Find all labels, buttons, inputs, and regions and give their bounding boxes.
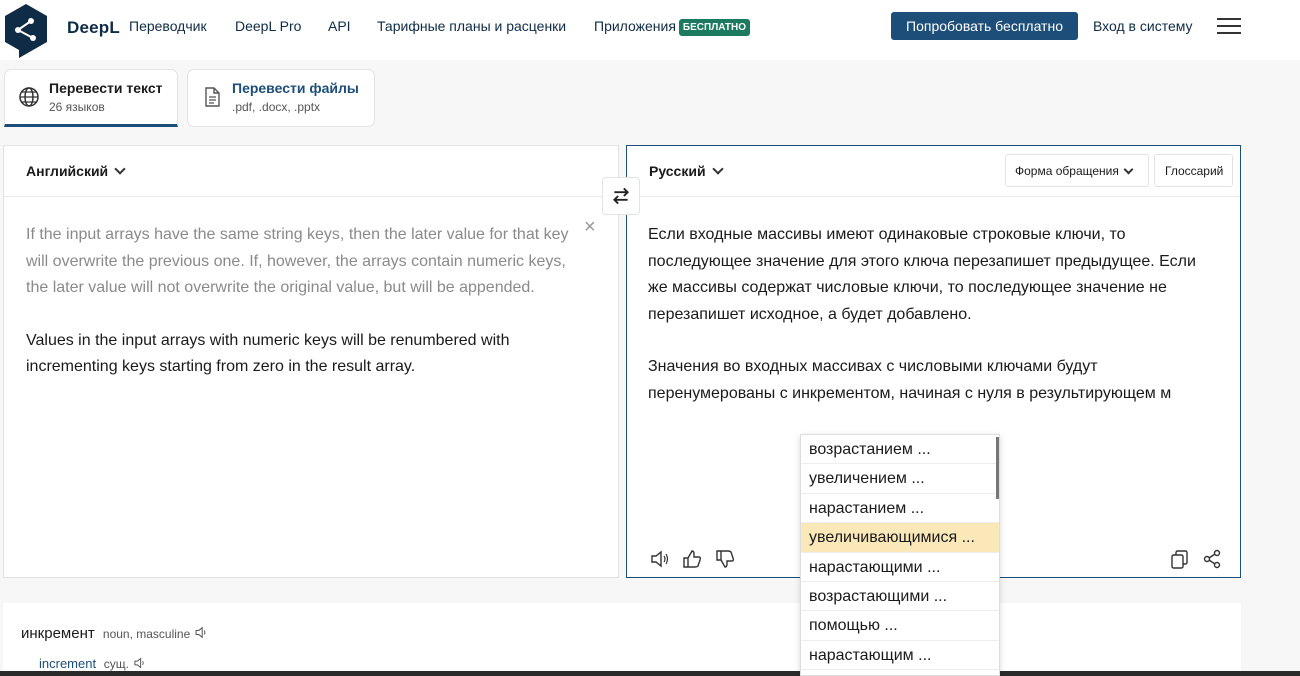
dictionary-entry: инкремент noun, masculine bbox=[21, 625, 209, 642]
source-text-main: Values in the input arrays with numeric … bbox=[26, 331, 510, 376]
glossary-button[interactable]: Глоссарий bbox=[1154, 154, 1233, 187]
target-text-para-1: Если входные массивы имеют одинаковые ст… bbox=[648, 226, 1196, 323]
formality-dropdown[interactable]: Форма обращения bbox=[1005, 154, 1149, 187]
brand-name[interactable]: DeepL bbox=[67, 18, 120, 38]
source-language-label: Английский bbox=[26, 163, 109, 179]
alternative-item[interactable]: помощью ... bbox=[801, 611, 999, 641]
document-icon bbox=[205, 87, 220, 107]
free-badge: БЕСПЛАТНО bbox=[678, 19, 751, 36]
target-panel-header: Русский Форма обращения Глоссарий bbox=[627, 146, 1240, 197]
source-panel: Английский If the input arrays have the … bbox=[3, 145, 619, 578]
copy-icon[interactable] bbox=[1169, 548, 1191, 570]
chevron-down-icon bbox=[114, 163, 126, 175]
alternatives-dropdown: возрастанием ... увеличением ... нараста… bbox=[800, 434, 1000, 676]
dictionary-translation: increment сущ. bbox=[39, 656, 147, 671]
source-panel-header: Английский bbox=[4, 146, 618, 197]
login-link[interactable]: Вход в систему bbox=[1093, 18, 1193, 34]
tab-translate-text-sub: 26 языков bbox=[49, 100, 105, 114]
alternative-item[interactable]: увеличением ... bbox=[801, 464, 999, 494]
formality-label: Форма обращения bbox=[1015, 164, 1119, 178]
dictionary-translation-word[interactable]: increment bbox=[39, 656, 96, 671]
share-icon[interactable] bbox=[1201, 548, 1223, 570]
nav-apps[interactable]: Приложения БЕСПЛАТНО bbox=[594, 18, 751, 36]
target-textarea[interactable]: Если входные массивы имеют одинаковые ст… bbox=[648, 222, 1208, 407]
dropdown-scrollbar[interactable] bbox=[996, 437, 999, 499]
nav-api[interactable]: API bbox=[328, 18, 351, 34]
chevron-down-icon bbox=[1123, 164, 1134, 175]
target-text-para-2: Значения во входных массивах с числовыми… bbox=[648, 358, 1172, 402]
tab-translate-text-title: Перевести текст bbox=[49, 80, 163, 96]
chevron-down-icon bbox=[711, 163, 724, 175]
alternative-item[interactable]: возрастанием ... bbox=[801, 435, 999, 465]
target-feedback-actions bbox=[649, 548, 742, 570]
tab-translate-files[interactable]: Перевести файлы .pdf, .docx, .pptx bbox=[187, 69, 375, 127]
thumbs-up-icon[interactable] bbox=[681, 548, 703, 570]
target-language-select[interactable]: Русский bbox=[649, 163, 724, 179]
dictionary-word-meta: noun, masculine bbox=[102, 627, 191, 641]
tab-translate-files-sub: .pdf, .docx, .pptx bbox=[232, 100, 321, 114]
globe-icon bbox=[19, 87, 39, 107]
swap-languages-button[interactable] bbox=[602, 177, 640, 215]
nav-deepl-pro[interactable]: DeepL Pro bbox=[235, 18, 301, 34]
speaker-icon[interactable] bbox=[133, 656, 147, 670]
target-copy-share-actions bbox=[1169, 548, 1229, 570]
speaker-icon[interactable] bbox=[194, 625, 209, 640]
alternative-item[interactable]: нарастающим ... bbox=[801, 641, 999, 671]
alternative-item[interactable]: нарастанием ... bbox=[801, 494, 999, 524]
swap-arrows-icon bbox=[613, 187, 629, 205]
nav-translator[interactable]: Переводчик bbox=[129, 18, 207, 34]
alternative-item[interactable]: нарастающими ... bbox=[801, 553, 999, 582]
speaker-icon[interactable] bbox=[649, 548, 671, 570]
dictionary-word: инкремент bbox=[21, 625, 95, 642]
nav-pricing[interactable]: Тарифные планы и расценки bbox=[377, 18, 566, 34]
source-language-select[interactable]: Английский bbox=[26, 163, 126, 179]
alternative-item[interactable]: возрастающими ... bbox=[801, 582, 999, 612]
source-text-context: If the input arrays have the same string… bbox=[26, 226, 569, 296]
dictionary-translation-meta: сущ. bbox=[103, 657, 129, 671]
bottom-edge bbox=[0, 671, 1300, 676]
clear-text-close-icon[interactable]: × bbox=[584, 216, 596, 239]
tab-translate-files-title: Перевести файлы bbox=[232, 80, 359, 96]
target-language-label: Русский bbox=[649, 163, 706, 179]
dictionary-panel: инкремент noun, masculine increment сущ. bbox=[3, 603, 1241, 676]
alternative-item-highlighted[interactable]: увеличивающимися ... bbox=[801, 523, 999, 553]
thumbs-down-icon[interactable] bbox=[714, 548, 736, 570]
try-free-button[interactable]: Попробовать бесплатно bbox=[891, 12, 1078, 40]
deepl-logo-icon[interactable] bbox=[3, 2, 49, 60]
source-textarea[interactable]: If the input arrays have the same string… bbox=[26, 222, 576, 381]
nav-apps-label: Приложения bbox=[594, 18, 676, 34]
tab-translate-text[interactable]: Перевести текст 26 языков bbox=[4, 69, 178, 127]
top-bar: DeepL Переводчик DeepL Pro API Тарифные … bbox=[0, 0, 1300, 60]
menu-hamburger-icon[interactable] bbox=[1217, 18, 1241, 36]
